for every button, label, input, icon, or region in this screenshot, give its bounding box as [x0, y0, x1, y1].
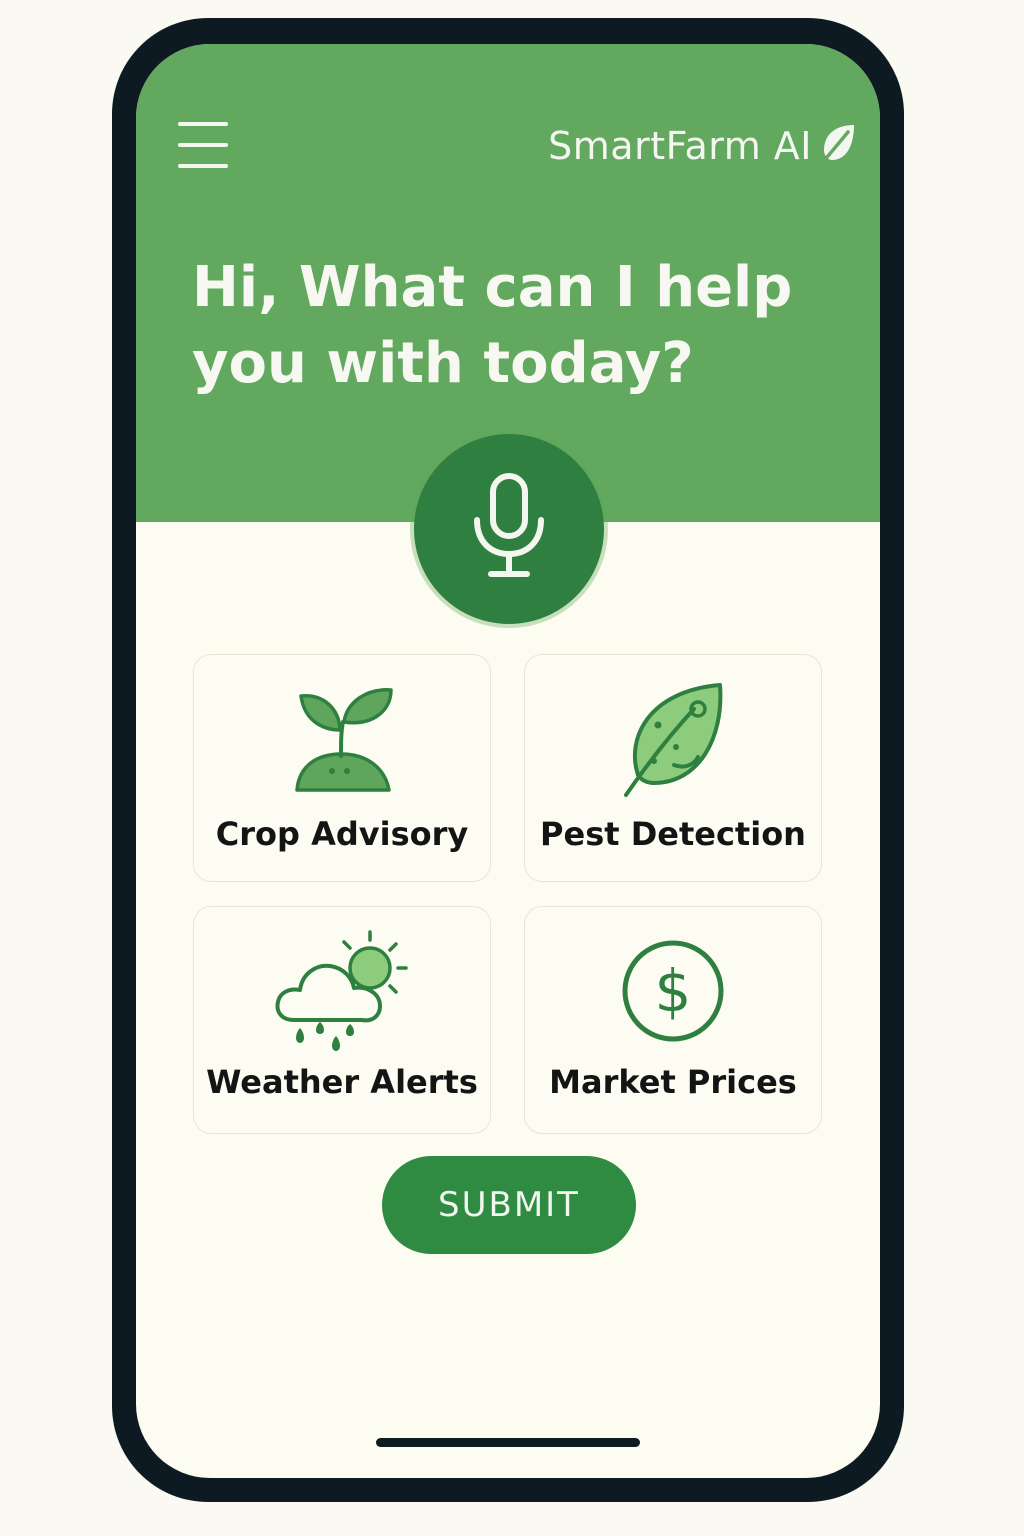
card-label: Crop Advisory — [215, 815, 469, 853]
submit-button[interactable]: SUBMIT — [382, 1156, 636, 1254]
card-weather-alerts[interactable]: Weather Alerts — [193, 906, 491, 1134]
leaf-icon — [818, 122, 858, 170]
home-indicator[interactable] — [376, 1438, 640, 1447]
cloud-sun-rain-icon — [272, 924, 412, 1062]
card-pest-detection[interactable]: Pest Detection — [524, 654, 822, 882]
brand-name: SmartFarm AI — [548, 124, 812, 168]
card-crop-advisory[interactable]: Crop Advisory — [193, 654, 491, 882]
voice-input-button[interactable] — [414, 434, 604, 624]
card-label: Weather Alerts — [206, 1063, 478, 1101]
dollar-coin-icon: $ — [618, 936, 728, 1050]
phone-frame: SmartFarm AI Hi, What can I help you wit… — [112, 18, 904, 1502]
hamburger-menu-icon[interactable] — [176, 118, 232, 172]
card-market-prices[interactable]: $ Market Prices — [524, 906, 822, 1134]
card-label: Market Prices — [549, 1063, 797, 1101]
greeting-heading: Hi, What can I help you with today? — [192, 255, 793, 396]
leaf-bug-icon — [618, 679, 728, 803]
brand: SmartFarm AI — [548, 118, 858, 174]
sprout-icon — [287, 684, 397, 798]
app-screen: SmartFarm AI Hi, What can I help you wit… — [136, 44, 880, 1478]
card-label: Pest Detection — [540, 815, 806, 853]
microphone-icon — [469, 472, 549, 586]
svg-text:$: $ — [655, 957, 692, 1025]
